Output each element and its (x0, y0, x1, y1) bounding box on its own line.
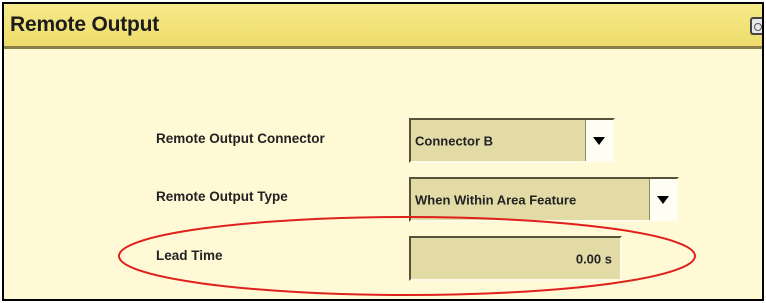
connector-dropdown-button[interactable] (585, 120, 613, 161)
lead-time-label: Lead Time (156, 248, 223, 263)
window-title: Remote Output (10, 13, 160, 36)
type-label: Remote Output Type (156, 189, 288, 204)
camera-icon[interactable] (750, 17, 762, 35)
title-bar: Remote Output (4, 4, 762, 49)
remote-output-window: Remote Output Remote Output Connector Co… (2, 2, 764, 301)
connector-dropdown[interactable]: Connector B (409, 118, 615, 163)
connector-value: Connector B (415, 133, 493, 148)
connector-label: Remote Output Connector (156, 131, 325, 146)
type-value: When Within Area Feature (415, 192, 577, 207)
type-dropdown-button[interactable] (649, 179, 677, 220)
lead-time-value: 0.00 s (575, 251, 612, 266)
chevron-down-icon (593, 136, 605, 145)
chevron-down-icon (657, 195, 669, 204)
lead-time-field[interactable]: 0.00 s (409, 236, 622, 281)
type-dropdown[interactable]: When Within Area Feature (409, 177, 679, 222)
